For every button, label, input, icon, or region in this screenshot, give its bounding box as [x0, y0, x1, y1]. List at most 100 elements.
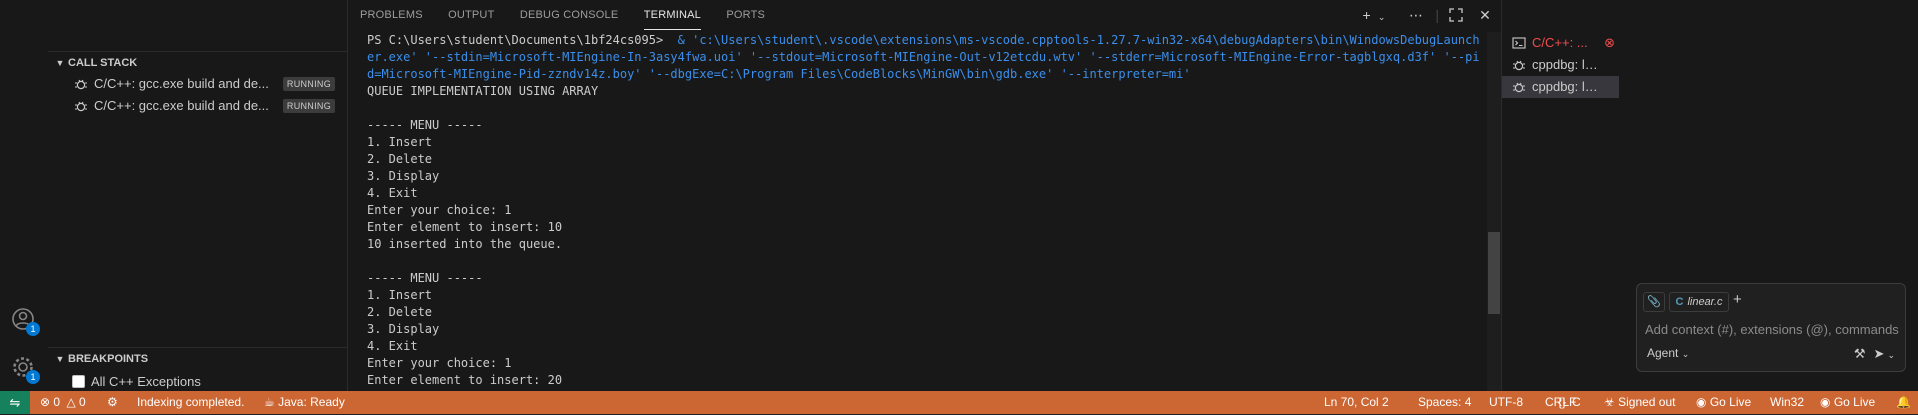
- terminal-line: ----- MENU -----: [367, 271, 483, 285]
- terminal-line: 1. Insert: [367, 288, 433, 302]
- debug-bug-icon: [1513, 82, 1525, 93]
- breakpoints-title: BREAKPOINTS: [68, 353, 149, 365]
- more-actions-icon[interactable]: ⋯: [1406, 6, 1426, 24]
- call-stack-item[interactable]: C/C++: gcc.exe build and de... RUNNING: [48, 95, 347, 117]
- notifications-bell-icon[interactable]: 🔔: [1896, 391, 1911, 414]
- new-terminal-plus-icon[interactable]: +: [1357, 6, 1377, 24]
- terminal-line: 4. Exit: [367, 186, 418, 200]
- chevron-down-icon: ▼: [55, 58, 65, 68]
- tab-ports[interactable]: PORTS: [726, 0, 765, 30]
- terminal-tabs-list: C/C++: ... ⊗ cppdbg: lin... cppdbg: lin.…: [1501, 0, 1619, 391]
- status-bar: ⇋ ⊗ 0 △ 0 ⚙ Indexing completed. ☕ Java: …: [0, 391, 1918, 414]
- terminal-line: Enter element to insert: 10: [367, 220, 563, 234]
- tools-icon[interactable]: ⚒: [1854, 346, 1866, 361]
- terminal-line: 2. Delete: [367, 152, 433, 166]
- warning-count: 0: [79, 395, 86, 409]
- accounts-icon[interactable]: 1: [10, 306, 40, 336]
- chat-actions: ⚒ ➤ ⌄: [1854, 346, 1895, 362]
- context-file-chip[interactable]: Clinear.c: [1669, 292, 1729, 312]
- error-count: 0: [53, 395, 61, 409]
- terminal-line: 3. Display: [367, 322, 440, 336]
- chat-input[interactable]: [1643, 318, 1902, 340]
- problems-status[interactable]: ⊗ 0 △ 0: [40, 391, 86, 414]
- terminal-tab-label: C/C++: ...: [1532, 35, 1588, 50]
- breakpoint-checkbox[interactable]: [72, 375, 85, 388]
- manage-gear-icon[interactable]: 1: [10, 354, 40, 384]
- chat-panel: 📎 Clinear.c + Agent ⌄ ⚒➤⌄: [1619, 0, 1918, 391]
- terminal-output[interactable]: PS C:\Users\student\Documents\1bf24cs095…: [367, 32, 1485, 391]
- language-status[interactable]: {} C: [1558, 391, 1581, 414]
- chevron-down-icon: ⌄: [1681, 349, 1690, 359]
- attach-paperclip-icon[interactable]: 📎: [1643, 292, 1665, 312]
- account-status[interactable]: ☣ Signed out: [1604, 391, 1676, 414]
- terminal-tab[interactable]: C/C++: ... ⊗: [1502, 32, 1619, 54]
- terminal-line: 3. Display: [367, 169, 440, 183]
- terminal-tab-label: cppdbg: lin...: [1532, 79, 1600, 94]
- terminal-icon: [1512, 37, 1526, 49]
- c-language-icon: C: [1675, 296, 1684, 308]
- chevron-down-icon[interactable]: ⌄: [1887, 350, 1895, 360]
- error-icon: ⊗: [40, 395, 51, 409]
- terminal-tab[interactable]: cppdbg: lin...: [1502, 76, 1619, 98]
- breakpoints-header[interactable]: ▼ BREAKPOINTS: [48, 347, 347, 370]
- terminal-tab[interactable]: cppdbg: lin...: [1502, 54, 1619, 76]
- terminal-line: 1. Insert: [367, 135, 433, 149]
- chevron-down-icon[interactable]: ⌄: [1377, 8, 1387, 26]
- warning-icon: △: [66, 395, 76, 409]
- platform-status[interactable]: Win32: [1770, 391, 1804, 414]
- tab-debug-console[interactable]: DEBUG CONSOLE: [520, 0, 619, 30]
- close-panel-icon[interactable]: ✕: [1475, 6, 1495, 24]
- indexing-status[interactable]: Indexing completed.: [137, 391, 244, 414]
- terminal-line: Enter element to insert: 20: [367, 373, 563, 387]
- go-live-label: Go Live: [1833, 395, 1876, 409]
- error-icon[interactable]: ⊗: [1604, 32, 1615, 54]
- maximize-panel-icon[interactable]: [1446, 6, 1466, 24]
- tab-output[interactable]: OUTPUT: [448, 0, 494, 30]
- terminal-line: Enter your choice: 1: [367, 203, 512, 217]
- java-status[interactable]: ☕ Java: Ready: [264, 391, 345, 414]
- tab-problems[interactable]: PROBLEMS: [360, 0, 423, 30]
- debug-bug-icon: [1513, 60, 1525, 71]
- cursor-position[interactable]: Ln 70, Col 2: [1324, 391, 1389, 414]
- terminal-command-line: PS C:\Users\student\Documents\1bf24cs095…: [367, 32, 1485, 83]
- agent-mode-picker[interactable]: Agent ⌄: [1647, 346, 1689, 360]
- scrollbar-thumb[interactable]: [1488, 232, 1500, 314]
- bottom-panel: PROBLEMS OUTPUT DEBUG CONSOLE TERMINAL P…: [348, 0, 1501, 391]
- encoding-status[interactable]: UTF-8: [1489, 391, 1523, 414]
- tab-terminal[interactable]: TERMINAL: [643, 0, 701, 30]
- broadcast-icon: ◉: [1820, 395, 1831, 409]
- braces-icon: {}: [1558, 395, 1567, 409]
- add-context-plus-icon[interactable]: +: [1733, 291, 1742, 308]
- call-stack-item[interactable]: C/C++: gcc.exe build and de... RUNNING: [48, 73, 347, 95]
- terminal-scrollbar[interactable]: [1487, 32, 1501, 391]
- context-file-label: linear.c: [1687, 296, 1723, 308]
- manage-badge: 1: [26, 370, 40, 384]
- indentation-status[interactable]: Spaces: 4: [1418, 391, 1471, 414]
- broadcast-icon: ◉: [1696, 395, 1707, 409]
- remote-indicator[interactable]: ⇋: [0, 391, 30, 414]
- remote-icon: ⇋: [9, 395, 21, 410]
- debug-sidebar: ▼ CALL STACK C/C++: gcc.exe build and de.…: [48, 0, 348, 391]
- language-label: C: [1572, 395, 1581, 409]
- terminal-line: 4. Exit: [367, 339, 418, 353]
- go-live-button[interactable]: ◉ Go Live: [1820, 391, 1875, 414]
- call-stack-title: CALL STACK: [68, 57, 138, 69]
- panel-actions: + ⌄ ⋯ | ✕: [1351, 6, 1501, 24]
- account-icon: ☣: [1604, 395, 1615, 409]
- chat-input-box: 📎 Clinear.c + Agent ⌄ ⚒➤⌄: [1636, 283, 1906, 372]
- breakpoint-label: All C++ Exceptions: [91, 374, 201, 389]
- terminal-line: ----- MENU -----: [367, 118, 483, 132]
- running-badge: RUNNING: [282, 99, 335, 113]
- terminal-line: 10 inserted into the queue.: [367, 237, 563, 251]
- terminal-line: 2. Delete: [367, 305, 433, 319]
- panel-tabs: PROBLEMS OUTPUT DEBUG CONSOLE TERMINAL P…: [360, 0, 787, 30]
- send-icon[interactable]: ➤: [1874, 346, 1885, 361]
- call-stack-header[interactable]: ▼ CALL STACK: [48, 51, 347, 74]
- activity-bar: 1 1: [0, 0, 48, 391]
- breakpoint-item[interactable]: All C++ Exceptions: [72, 373, 201, 391]
- debug-status-icon[interactable]: ⚙: [107, 391, 118, 414]
- go-live-button[interactable]: ◉ Go Live: [1696, 391, 1751, 414]
- account-label: Signed out: [1618, 395, 1676, 409]
